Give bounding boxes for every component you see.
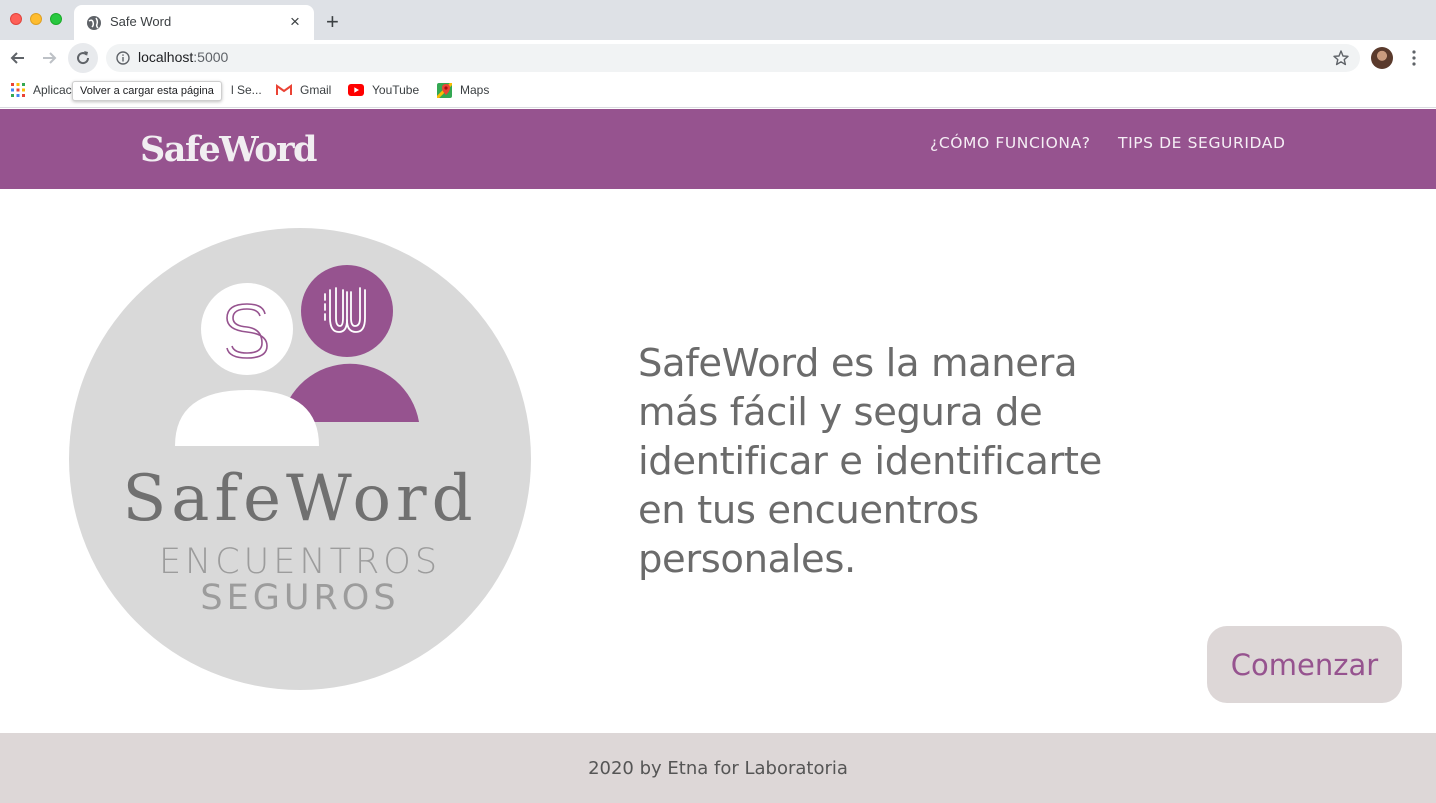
comenzar-button[interactable]: Comenzar	[1207, 626, 1402, 703]
browser-tab-strip: Safe Word × +	[0, 0, 1436, 40]
hero-tagline: SafeWord es la manera más fácil y segura…	[638, 341, 1102, 582]
globe-icon	[87, 16, 101, 30]
site-footer: 2020 by Etna for Laboratoria	[0, 733, 1436, 803]
back-arrow-icon[interactable]	[8, 48, 28, 68]
bookmark-label: YouTube	[372, 83, 420, 97]
apps-grid-icon	[11, 83, 25, 97]
url-text: localhost:5000	[138, 49, 228, 65]
url-host: localhost	[138, 49, 194, 65]
nav-link-como-funciona[interactable]: ¿CÓMO FUNCIONA?	[930, 134, 1091, 152]
nav-link-tips-de-seguridad[interactable]: TIPS DE SEGURIDAD	[1118, 134, 1286, 152]
reload-button[interactable]	[68, 43, 98, 73]
bookmark-label: Gmail	[300, 83, 332, 97]
tab-title: Safe Word	[110, 14, 172, 29]
bookmark-apps[interactable]: Aplicac	[11, 76, 72, 104]
bookmark-label: Maps	[460, 83, 490, 97]
logo-subtitle-1: ENCUENTROS	[159, 542, 441, 582]
window-close-button[interactable]	[10, 13, 22, 25]
window-minimize-button[interactable]	[30, 13, 42, 25]
address-bar[interactable]: localhost:5000	[106, 44, 1360, 72]
more-menu-icon[interactable]	[1407, 48, 1421, 68]
tab-close-icon[interactable]: ×	[290, 12, 300, 32]
browser-toolbar: localhost:5000	[0, 40, 1436, 76]
reload-icon	[77, 51, 90, 65]
info-icon[interactable]	[116, 51, 130, 65]
logo-subtitle-2: SEGUROS	[200, 578, 399, 618]
bookmark-maps[interactable]: Maps	[437, 76, 489, 104]
logo-title: SafeWord	[122, 462, 477, 536]
browser-tab[interactable]: Safe Word ×	[74, 5, 314, 40]
window-maximize-button[interactable]	[50, 13, 62, 25]
gmail-icon	[276, 84, 292, 95]
logo-circle	[69, 228, 531, 690]
bookmark-item[interactable]: l Se...	[231, 76, 262, 104]
bookmark-label: l Se...	[231, 83, 262, 97]
new-tab-button[interactable]: +	[326, 10, 339, 34]
bookmark-star-icon[interactable]	[1332, 49, 1350, 67]
forward-arrow-icon[interactable]	[39, 48, 59, 68]
maps-icon	[437, 82, 452, 98]
reload-tooltip: Volver a cargar esta página	[72, 81, 222, 101]
site-header: SafeWord ¿CÓMO FUNCIONA? TIPS DE SEGURID…	[0, 109, 1436, 189]
bookmark-label: Aplicac	[33, 83, 72, 97]
footer-credit: 2020 by Etna for Laboratoria	[588, 758, 848, 779]
youtube-icon	[348, 84, 364, 96]
brand-logo[interactable]: SafeWord	[140, 129, 318, 170]
profile-avatar[interactable]	[1371, 47, 1393, 69]
bookmark-gmail[interactable]: Gmail	[276, 76, 331, 104]
safeword-logo-illustration: SafeWord ENCUENTROS SEGUROS	[69, 228, 531, 690]
url-port: :5000	[193, 49, 229, 65]
bookmark-youtube[interactable]: YouTube	[348, 76, 419, 104]
